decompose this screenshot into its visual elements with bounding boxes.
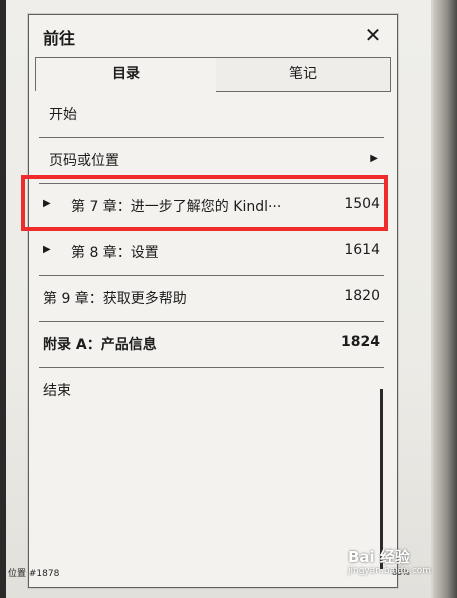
- toc-item-chapter-9[interactable]: 第 9 章：获取更多帮助 1820: [39, 275, 384, 322]
- device-bezel-right: [433, 0, 457, 598]
- highlight-box: [21, 175, 388, 231]
- tab-toc[interactable]: 目录: [35, 57, 217, 91]
- toc-item-end[interactable]: 结束: [39, 367, 384, 413]
- toc-item-label: 第 9 章：获取更多帮助: [43, 291, 187, 307]
- toc-item-chapter-8[interactable]: ▶ 第 8 章：设置 1614: [39, 229, 384, 276]
- dialog-header: 前往 ✕: [29, 15, 397, 57]
- toc-item-label: 页码或位置: [49, 153, 119, 169]
- watermark-logo: Bai 经验: [348, 548, 410, 566]
- expand-arrow-icon: ▶: [43, 244, 51, 255]
- submenu-arrow-icon: ▶: [370, 153, 378, 164]
- kindle-screen: 前往 ✕ 目录 笔记 开始 页码或位置 ▶ ▶ 第 7 章：进一步了解您的 Ki…: [6, 0, 431, 598]
- goto-dialog: 前往 ✕ 目录 笔记 开始 页码或位置 ▶ ▶ 第 7 章：进一步了解您的 Ki…: [28, 14, 398, 588]
- toc-item-label: 开始: [49, 107, 77, 123]
- toc-item-appendix-a[interactable]: 附录 A：产品信息 1824: [39, 321, 384, 368]
- tab-bar: 目录 笔记: [35, 57, 391, 92]
- toc-item-page: 1824: [341, 334, 380, 350]
- tab-notes[interactable]: 笔记: [216, 57, 391, 92]
- close-icon[interactable]: ✕: [361, 23, 385, 47]
- scrollbar[interactable]: [380, 389, 383, 569]
- location-indicator: 位置 #1878: [8, 569, 60, 579]
- toc-item-start[interactable]: 开始: [39, 91, 384, 138]
- dialog-title: 前往: [43, 29, 76, 48]
- toc-item-label: 结束: [43, 383, 71, 399]
- toc-item-page: 1820: [344, 288, 380, 304]
- toc-item-page: 1614: [344, 242, 380, 258]
- toc-item-label: 附录 A：产品信息: [43, 337, 157, 353]
- toc-item-label: 第 8 章：设置: [71, 245, 159, 261]
- watermark-url: jingyan.baidu.com: [348, 566, 432, 576]
